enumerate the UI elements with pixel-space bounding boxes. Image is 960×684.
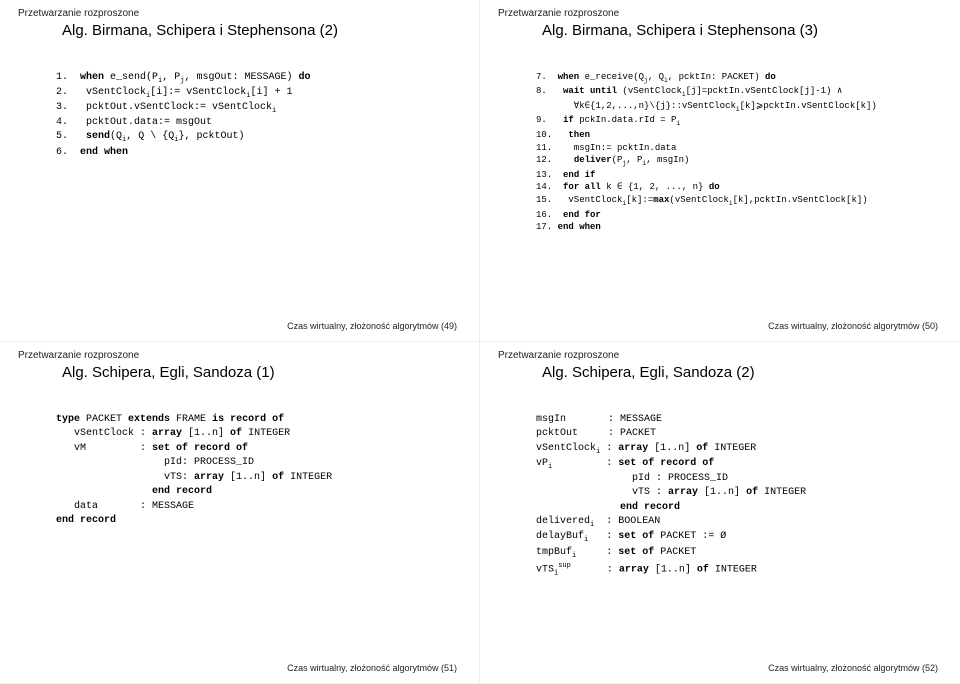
slide-grid: Przetwarzanie rozproszone Alg. Birmana, …	[0, 0, 960, 684]
slide-title: Alg. Birmana, Schipera i Stephensona (2)	[62, 21, 461, 41]
slide-code: 7. when e_receive(Qj, Qi, pcktIn: PACKET…	[536, 71, 942, 234]
slide-category: Przetwarzanie rozproszone	[18, 8, 461, 19]
slide-footer: Czas wirtualny, złożoność algorytmów (52…	[768, 663, 938, 673]
slide-title: Alg. Schipera, Egli, Sandoza (2)	[542, 363, 942, 383]
slide-code: type PACKET extends FRAME is record of v…	[56, 413, 461, 529]
slide-2: Przetwarzanie rozproszone Alg. Birmana, …	[480, 0, 960, 342]
slide-footer: Czas wirtualny, złożoność algorytmów (51…	[287, 663, 457, 673]
slide-title: Alg. Birmana, Schipera i Stephensona (3)	[542, 21, 942, 41]
slide-title: Alg. Schipera, Egli, Sandoza (1)	[62, 363, 461, 383]
slide-code: msgIn : MESSAGE pcktOut : PACKET vSentCl…	[536, 413, 942, 579]
slide-footer: Czas wirtualny, złożoność algorytmów (50…	[768, 321, 938, 331]
slide-footer: Czas wirtualny, złożoność algorytmów (49…	[287, 321, 457, 331]
slide-code: 1. when e_send(Pi, Pj, msgOut: MESSAGE) …	[56, 71, 461, 161]
slide-category: Przetwarzanie rozproszone	[498, 350, 942, 361]
slide-category: Przetwarzanie rozproszone	[498, 8, 942, 19]
slide-3: Przetwarzanie rozproszone Alg. Schipera,…	[0, 342, 480, 684]
slide-1: Przetwarzanie rozproszone Alg. Birmana, …	[0, 0, 480, 342]
slide-4: Przetwarzanie rozproszone Alg. Schipera,…	[480, 342, 960, 684]
slide-category: Przetwarzanie rozproszone	[18, 350, 461, 361]
